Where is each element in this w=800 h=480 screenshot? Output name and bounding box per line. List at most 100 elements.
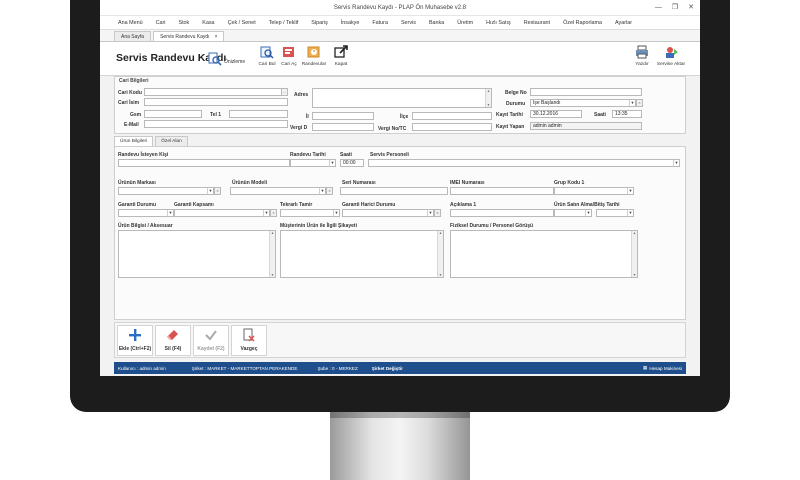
menu-telep-teklif[interactable]: Telep / Teklif [269,20,299,26]
adres-label: Adres [294,92,309,98]
kaydet-button[interactable]: Kaydet (F2) [193,325,229,356]
urun-bilgisi-textarea[interactable] [118,230,276,278]
email-input[interactable] [144,120,288,128]
menu-ozel-raporlama[interactable]: Özel Raporlama [563,20,602,26]
bitis-tarihi-input[interactable]: ▼ [596,209,634,217]
adres-textarea[interactable] [312,88,492,108]
gsm-label: Gsm [130,112,142,118]
status-bar: Kullanıcı : admin admin Şirket : MARKET … [114,362,686,374]
tab-ozel-alan[interactable]: Özel Alan [155,136,188,146]
tab-close-icon[interactable]: × [215,34,218,40]
menu-kasa[interactable]: Kasa [202,20,214,26]
action-bar: Ekle (Ctrl+F2) Sil (F4) Kaydet (F2) Vazg… [114,322,686,358]
menu-siparis[interactable]: Sipariş [311,20,327,26]
randevu-tarihi-input[interactable]: ▼ [290,159,336,167]
tab-servis-randevu[interactable]: Servis Randevu Kaydı × [153,31,225,41]
yazdir-button[interactable]: Yazdır [629,45,655,73]
menu-ana-menu[interactable]: Ana Menü [118,20,143,26]
menu-ayarlar[interactable]: Ayarlar [615,20,632,26]
transfer-service-icon [664,45,678,59]
ilce-input[interactable] [412,112,492,120]
urun-markasi-select[interactable]: ▼ [118,187,214,195]
urun-markasi-label: Ürünün Markası [118,180,156,186]
fiziksel-textarea[interactable] [450,230,638,278]
garanti-kapsami-select[interactable]: ▼ [174,209,270,217]
scrollbar[interactable] [485,89,491,107]
grup-kodu-select[interactable]: ▼ [554,187,634,195]
close-icon[interactable]: ✕ [688,0,694,16]
belge-no-input[interactable] [530,88,642,96]
kapat-button[interactable]: Kapat [328,45,354,73]
tekrarli-tamir-select[interactable]: ▼ [280,209,340,217]
scrollbar[interactable] [269,231,275,277]
ekle-button[interactable]: Ekle (Ctrl+F2) [117,325,153,356]
printer-icon [635,45,649,59]
durumu-select[interactable]: İşe Başlandı ▼ [530,99,636,107]
tab-ana-sayfa[interactable]: Ana Sayfa [114,31,152,41]
vazgec-button[interactable]: Vazgeç [231,325,267,356]
chevron-down-icon: ▼ [427,210,433,216]
clear-icon[interactable]: × [434,209,441,217]
vergi-no-input[interactable] [412,123,492,131]
restore-icon[interactable]: ❐ [672,0,678,16]
satin-alma-tarihi-input[interactable]: ▼ [554,209,592,217]
group-title: Cari Bilgileri [119,78,149,84]
aciklama-input[interactable] [450,209,554,217]
tab-urun-bilgileri[interactable]: Ürün Bilgileri [114,136,154,146]
imei-numarasi-label: IMEI Numarası [450,180,485,186]
randevu-isteyen-input[interactable] [118,159,290,167]
minimize-icon[interactable]: — [655,0,662,16]
servis-personeli-select[interactable]: ▼ [368,159,680,167]
cari-ac-button[interactable]: Cari Aç [276,45,302,73]
garanti-harici-select[interactable]: ▼ [342,209,434,217]
scrollbar[interactable] [631,231,637,277]
kayit-saati-input[interactable]: 13:35 [612,110,642,118]
vergi-no-label: Vergi No/TC [378,126,407,132]
sil-button[interactable]: Sil (F4) [155,325,191,356]
garanti-durumu-select[interactable]: ▼ [118,209,174,217]
preview-button[interactable]: Önizleme [208,52,245,71]
menu-cek-senet[interactable]: Çek / Senet [228,20,256,26]
kayit-tarihi-input[interactable]: 30.12.2016 [530,110,582,118]
device-mockup: Servis Randevu Kaydı - PLAP Ön Muhasebe … [0,0,800,480]
il-input[interactable] [312,112,374,120]
clear-icon[interactable]: × [214,187,221,195]
plus-icon [128,326,142,344]
urun-modeli-select[interactable]: ▼ [230,187,326,195]
randevular-button[interactable]: Randevular [301,45,327,73]
window-title: Servis Randevu Kaydı - PLAP Ön Muhasebe … [333,5,467,11]
scrollbar[interactable] [437,231,443,277]
tel1-input[interactable] [229,110,288,118]
menu-banka[interactable]: Banka [429,20,444,26]
menu-uretim[interactable]: Üretim [457,20,473,26]
menu-restaurant[interactable]: Restaurant [524,20,550,26]
calculator-button[interactable]: ▦ Hesap Makinesi [643,365,682,371]
menu-fatura[interactable]: Fatura [372,20,388,26]
menu-stok[interactable]: Stok [178,20,189,26]
menu-cari[interactable]: Cari [156,20,166,26]
cari-isim-input[interactable] [144,98,288,106]
menu-insakye[interactable]: İnsakye [341,20,360,26]
servise-aktar-button[interactable]: Servise Aktar [657,45,685,73]
cari-kodu-lookup-icon[interactable]: … [281,88,288,96]
change-company-link[interactable]: Şirket Değiştir [372,366,403,371]
randevu-saati-input[interactable]: 00:00 [340,159,364,167]
cari-kodu-label: Cari Kodu [118,90,142,96]
cari-kodu-input[interactable] [144,88,288,96]
aciklama-label: Açıklama 1 [450,202,477,208]
menu-hizli-satis[interactable]: Hızlı Satış [486,20,511,26]
vergi-d-input[interactable] [312,123,374,131]
menu-servis[interactable]: Servis [401,20,416,26]
clear-icon[interactable]: × [636,99,643,107]
clear-icon[interactable]: × [270,209,277,217]
sikayet-textarea[interactable] [280,230,444,278]
imei-numarasi-input[interactable] [450,187,554,195]
seri-numarasi-input[interactable] [340,187,448,195]
find-account-icon [260,45,274,59]
chevron-down-icon: ▼ [629,100,635,106]
toolbar: Servis Randevu Kaydı Önizleme Cari Bul C… [100,42,700,76]
gsm-input[interactable] [144,110,202,118]
clear-icon[interactable]: × [326,187,333,195]
kayit-tarihi-label: Kayıt Tarihi [496,112,523,118]
sikayet-label: Müşterinin Ürün ile İlgili Şikayeti [280,223,357,229]
